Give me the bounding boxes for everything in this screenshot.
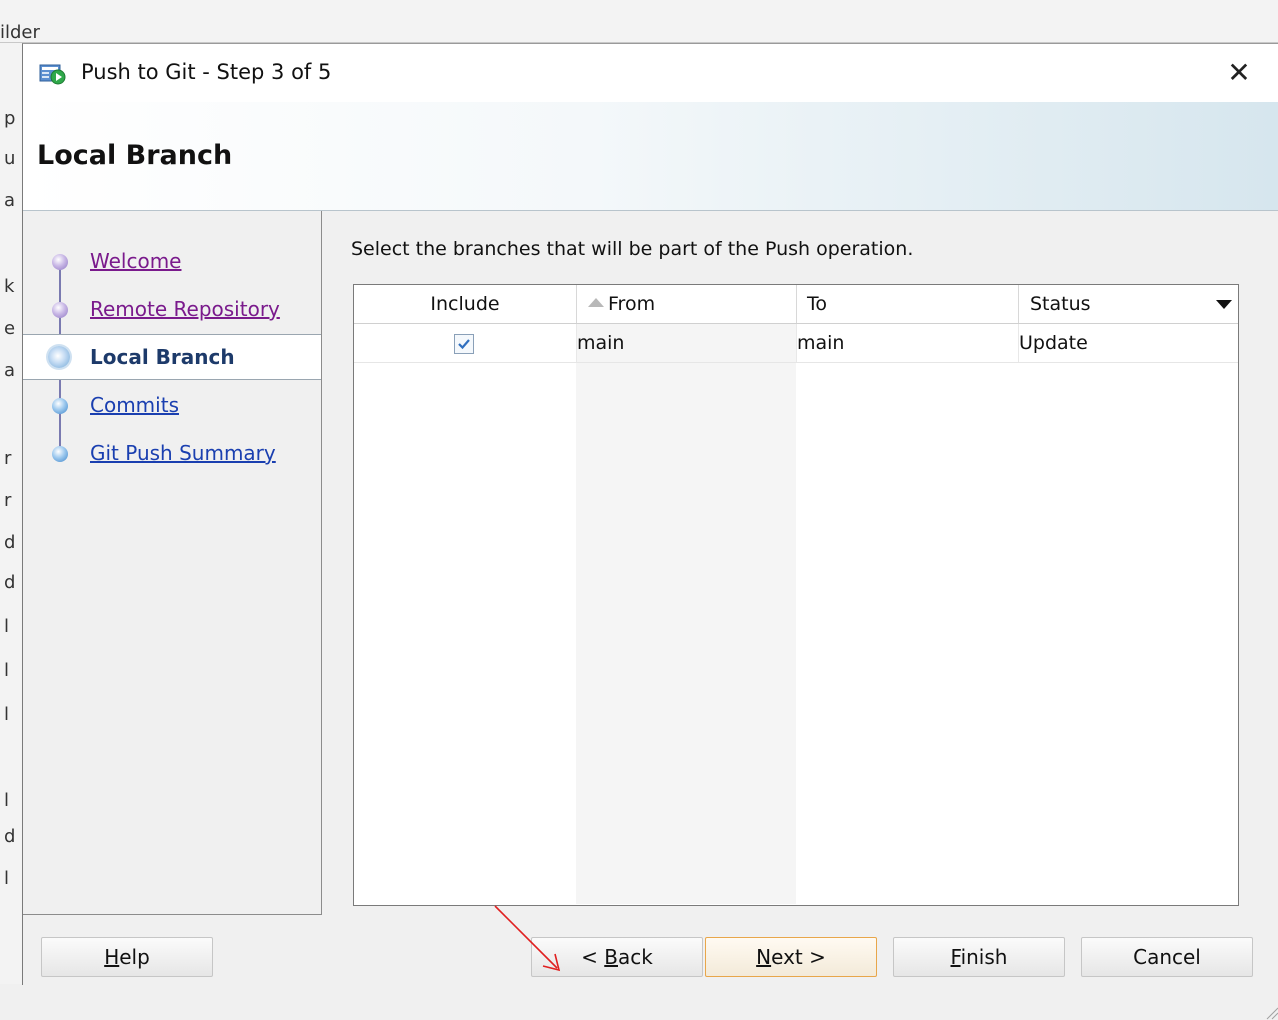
cell-status: Update — [1019, 332, 1088, 354]
column-header-label: Status — [1030, 293, 1091, 315]
step-label: Local Branch — [90, 345, 235, 369]
button-label: ack — [618, 945, 653, 969]
next-button[interactable]: Next > — [705, 937, 877, 977]
step-bullet-icon — [52, 398, 68, 414]
column-header-from[interactable]: From — [588, 285, 788, 323]
column-header-label: To — [807, 293, 828, 315]
mnemonic: N — [756, 945, 772, 969]
step-bullet-icon — [52, 254, 68, 270]
background-text-fragment: d — [4, 532, 16, 553]
background-text-fragment: p — [4, 108, 16, 129]
step-label[interactable]: Welcome — [90, 249, 181, 273]
chevron-down-icon[interactable] — [1216, 300, 1232, 309]
cancel-button[interactable]: Cancel — [1081, 937, 1253, 977]
background-text-fragment: l — [4, 868, 10, 889]
step-remote-repository[interactable]: Remote Repository — [23, 287, 321, 331]
close-button[interactable]: ✕ — [1219, 54, 1259, 92]
background-text-fragment: k — [4, 276, 15, 297]
background-text-fragment: u — [4, 148, 16, 169]
button-label: Cancel — [1133, 945, 1201, 969]
wizard-steps-panel: Welcome Remote Repository Local Branch C… — [23, 211, 322, 915]
step-bullet-icon — [52, 302, 68, 318]
step-git-push-summary[interactable]: Git Push Summary — [23, 431, 321, 475]
step-commits[interactable]: Commits — [23, 383, 321, 427]
dialog-title: Push to Git - Step 3 of 5 — [81, 60, 332, 84]
dialog-titlebar: Push to Git - Step 3 of 5 ✕ — [23, 44, 1278, 102]
step-header-banner: Local Branch — [23, 102, 1278, 211]
step-label[interactable]: Remote Repository — [90, 297, 280, 321]
step-header-title: Local Branch — [37, 140, 233, 171]
current-step-bullet-icon — [48, 346, 70, 368]
column-header-include[interactable]: Include — [354, 285, 576, 323]
background-text-fragment: e — [4, 318, 16, 339]
mnemonic: B — [604, 945, 618, 969]
cell-from: main — [577, 332, 625, 354]
cell-to: main — [797, 332, 845, 354]
include-checkbox[interactable] — [454, 334, 474, 354]
sorted-column-shade — [576, 324, 796, 904]
column-divider — [796, 285, 797, 323]
sort-ascending-icon — [588, 298, 604, 307]
mnemonic: F — [950, 945, 961, 969]
background-text-fragment: a — [4, 360, 16, 381]
column-header-status[interactable]: Status — [1030, 285, 1210, 323]
resize-grip-icon[interactable] — [1263, 1004, 1278, 1020]
step-bullet-icon — [52, 446, 68, 462]
push-to-git-dialog: Push to Git - Step 3 of 5 ✕ Local Branch… — [22, 43, 1278, 1020]
background-text-fragment: d — [4, 826, 16, 847]
button-label: elp — [119, 945, 150, 969]
background-text-fragment: r — [4, 490, 12, 511]
step-label[interactable]: Commits — [90, 393, 179, 417]
instruction-text: Select the branches that will be part of… — [351, 238, 914, 260]
step-welcome[interactable]: Welcome — [23, 239, 321, 283]
background-window-title: ilder — [0, 22, 40, 43]
column-header-to[interactable]: To — [807, 285, 1007, 323]
branches-table: Include From To Status main main Update — [353, 284, 1239, 906]
background-text-fragment: l — [4, 790, 10, 811]
background-text-fragment: d — [4, 572, 16, 593]
column-header-label: From — [608, 293, 656, 315]
table-header: Include From To Status — [354, 285, 1238, 324]
column-divider — [576, 285, 577, 323]
table-row[interactable]: main main Update — [354, 324, 1238, 363]
step-label[interactable]: Git Push Summary — [90, 441, 276, 465]
background-text-fragment: l — [4, 704, 10, 725]
background-text-fragment: r — [4, 448, 12, 469]
push-to-git-icon — [39, 62, 67, 86]
button-label-prefix: < — [581, 945, 605, 969]
mnemonic: H — [104, 945, 120, 969]
close-icon: ✕ — [1227, 56, 1251, 89]
column-header-label: Include — [430, 293, 500, 315]
annotation-arrow-icon — [494, 905, 561, 972]
column-divider — [1018, 285, 1019, 323]
checkmark-icon — [458, 339, 470, 350]
help-button[interactable]: Help — [41, 937, 213, 977]
background-text-fragment: l — [4, 660, 10, 681]
finish-button[interactable]: Finish — [893, 937, 1065, 977]
background-text-fragment: a — [4, 190, 16, 211]
step-local-branch: Local Branch — [23, 334, 321, 380]
background-text-fragment: l — [4, 616, 10, 637]
button-label: inish — [960, 945, 1008, 969]
button-label: ext > — [771, 945, 826, 969]
